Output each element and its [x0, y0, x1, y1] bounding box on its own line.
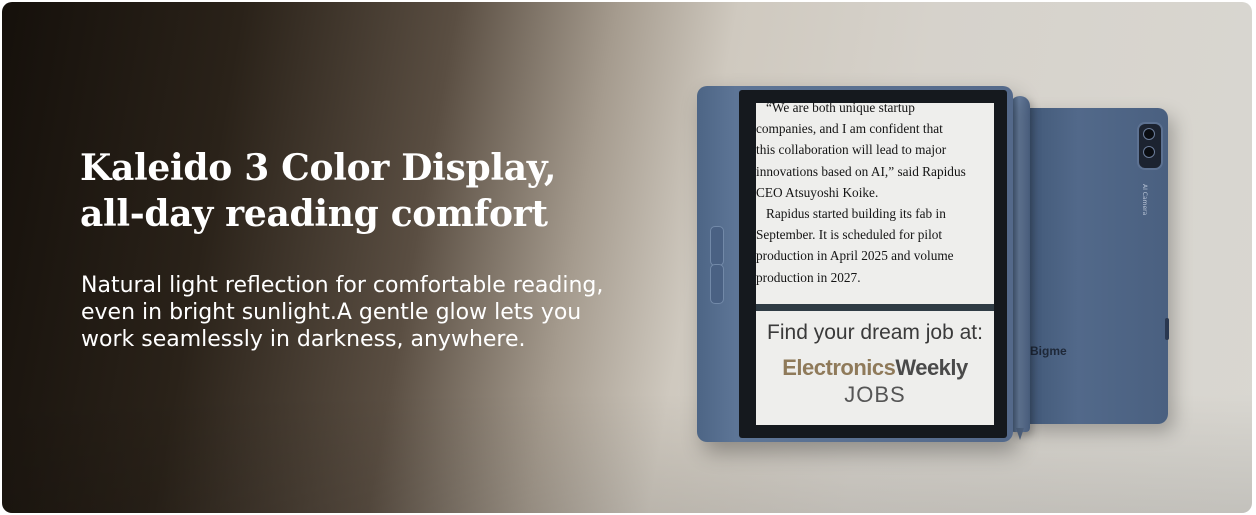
article-line: production in 2027. — [756, 269, 861, 285]
stylus-tip — [1016, 428, 1024, 440]
article-line: production in April 2025 and volume — [756, 248, 954, 264]
page-down-button — [710, 264, 724, 304]
article-line: CEO Atsuyoshi Koike. — [756, 184, 879, 200]
page-up-button — [710, 226, 724, 266]
screen-article-text: “We are both unique startup companies, a… — [756, 103, 992, 288]
camera-label: AI Camera — [1141, 184, 1148, 216]
article-line: innovations based on AI,” said Rapidus — [756, 163, 966, 179]
logo-word-jobs: JOBS — [844, 382, 906, 407]
brand-logo: Bigme — [1030, 344, 1067, 358]
ad-prompt-text: Find your dream job at: — [767, 321, 983, 344]
electronics-weekly-logo: ElectronicsWeekly — [756, 355, 994, 381]
article-line: Rapidus started building its fab in — [766, 206, 946, 222]
article-line: “We are both unique startup — [766, 103, 915, 115]
description-line-2: even in bright sunlight.A gentle glow le… — [81, 300, 582, 325]
banner-description: Natural light reflection for comfortable… — [81, 272, 603, 353]
tablet-side-button — [1165, 318, 1169, 340]
headline-line-1: Kaleido 3 Color Display, — [80, 147, 557, 189]
camera-lens-icon — [1143, 128, 1155, 140]
ad-divider — [756, 304, 994, 311]
description-line-1: Natural light reflection for comfortable… — [81, 273, 604, 298]
logo-word-weekly: Weekly — [895, 355, 968, 380]
logo-word-electronics: Electronics — [782, 355, 896, 380]
article-line: this collaboration will lead to major — [756, 142, 947, 158]
camera-lens-icon — [1143, 146, 1155, 158]
article-line: companies, and I am confident that — [756, 121, 943, 137]
banner-headline: Kaleido 3 Color Display, all-day reading… — [80, 145, 556, 237]
article-line: September. It is scheduled for pilot — [756, 227, 943, 243]
headline-line-2: all-day reading comfort — [80, 193, 548, 235]
stylus-image — [1010, 96, 1030, 432]
ereader-screen: “We are both unique startup companies, a… — [756, 103, 994, 425]
description-line-3: work seamlessly in darkness, anywhere. — [81, 327, 526, 352]
